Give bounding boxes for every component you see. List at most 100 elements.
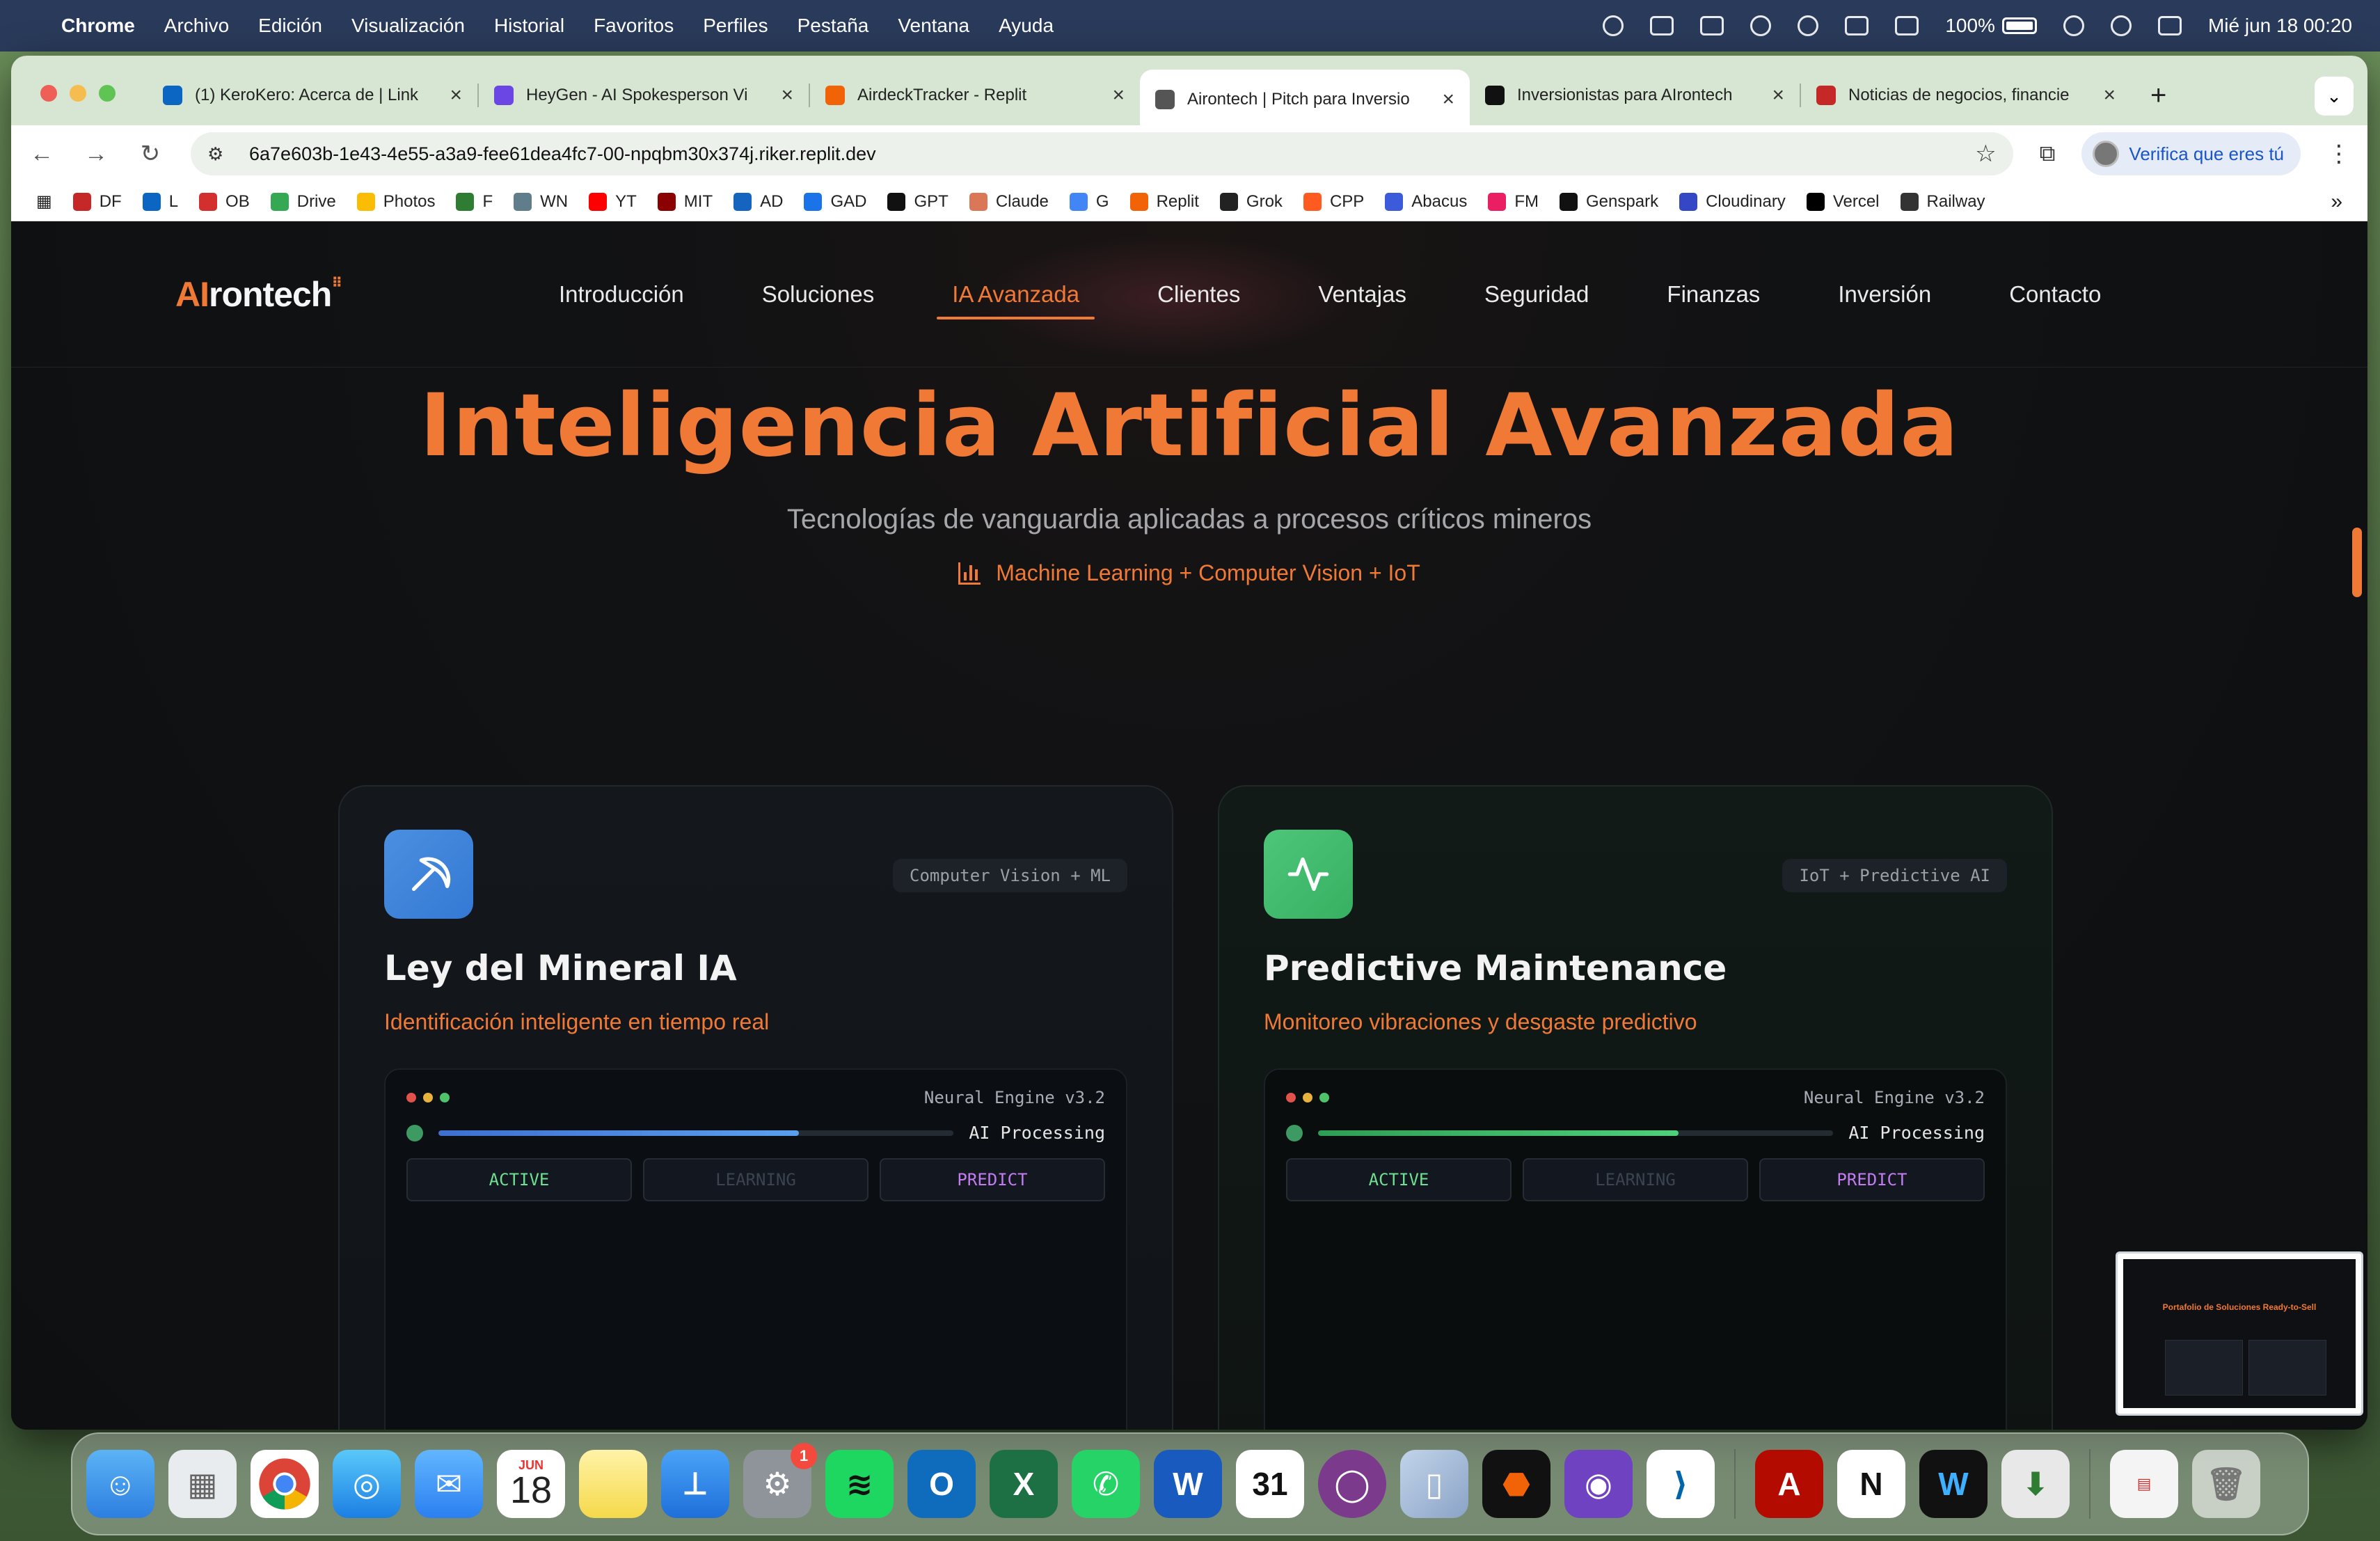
calendar-icon[interactable]: JUN 18 (497, 1450, 565, 1518)
close-tab-icon[interactable]: × (450, 84, 462, 107)
word-icon[interactable]: W (1154, 1450, 1222, 1518)
safari-icon[interactable]: ◎ (333, 1450, 401, 1518)
replit-icon[interactable]: ⬣ (1482, 1450, 1550, 1518)
bookmark-cloudinary[interactable]: Cloudinary (1679, 192, 1786, 212)
acrobat-icon[interactable]: A (1755, 1450, 1823, 1518)
circle-app-icon[interactable]: ◯ (1318, 1450, 1386, 1518)
bookmark-gad[interactable]: GAD (804, 192, 866, 212)
menu-visualizacion[interactable]: Visualización (351, 15, 465, 37)
reload-icon[interactable]: ↻ (136, 140, 164, 168)
airontech-logo[interactable]: AIrontech⠿ (175, 274, 342, 315)
nav-contacto[interactable]: Contacto (1970, 260, 2140, 329)
bookmark-abacus[interactable]: Abacus (1385, 192, 1467, 212)
keyboard-icon[interactable] (1895, 16, 1919, 35)
bookmark-gpt[interactable]: GPT (887, 192, 949, 212)
tab-noticias[interactable]: Noticias de negocios, financie × (1801, 70, 2131, 121)
spotify-icon[interactable]: ≋ (825, 1450, 894, 1518)
excel-icon[interactable]: X (990, 1450, 1058, 1518)
bookmark-ad[interactable]: AD (733, 192, 783, 212)
close-tab-icon[interactable]: × (1442, 88, 1454, 111)
menu-perfiles[interactable]: Perfiles (703, 15, 768, 37)
trash-icon[interactable]: 🗑 (2192, 1450, 2260, 1518)
address-bar[interactable]: ⚙ 6a7e603b-1e43-4e55-a3a9-fee61dea4fc7-0… (191, 132, 2013, 175)
webex-icon[interactable]: W (1919, 1450, 1988, 1518)
nav-inversion[interactable]: Inversión (1799, 260, 1970, 329)
minimize-window-button[interactable] (70, 85, 86, 102)
mode-predict-button[interactable]: PREDICT (880, 1158, 1105, 1201)
tab-heygen[interactable]: HeyGen - AI Spokesperson Vi × (479, 70, 809, 121)
card-ley-del-mineral[interactable]: Computer Vision + ML Ley del Mineral IA … (338, 785, 1173, 1430)
bookmark-df[interactable]: DF (72, 192, 122, 212)
bookmark-fm[interactable]: FM (1488, 192, 1539, 212)
verify-identity-button[interactable]: Verifica que eres tú (2081, 132, 2301, 175)
wifi-icon[interactable] (2063, 15, 2084, 36)
tab-search-button[interactable]: ⌄ (2315, 77, 2354, 116)
close-tab-icon[interactable]: × (781, 84, 793, 107)
github-icon[interactable]: ◉ (1564, 1450, 1633, 1518)
fantastical-icon[interactable]: 31 (1236, 1450, 1304, 1518)
mail-icon[interactable]: ✉ (415, 1450, 483, 1518)
nav-finanzas[interactable]: Finanzas (1628, 260, 1799, 329)
bookmark-g[interactable]: G (1069, 192, 1109, 212)
bluetooth-icon[interactable] (1845, 16, 1869, 35)
forward-icon[interactable]: → (82, 141, 110, 168)
installer-icon[interactable]: ⬇ (2001, 1450, 2070, 1518)
bookmark-grok[interactable]: Grok (1219, 192, 1283, 212)
menu-historial[interactable]: Historial (494, 15, 564, 37)
nav-seguridad[interactable]: Seguridad (1445, 260, 1628, 329)
iphone-mirroring-icon[interactable]: ▯ (1400, 1450, 1468, 1518)
bookmark-genspark[interactable]: Genspark (1560, 192, 1658, 212)
volume-icon[interactable] (1798, 15, 1819, 36)
chrome-icon[interactable] (251, 1450, 319, 1518)
page-scrollbar[interactable] (2352, 528, 2362, 597)
close-tab-icon[interactable]: × (2103, 84, 2116, 107)
menu-pestana[interactable]: Pestaña (798, 15, 869, 37)
drive-icon[interactable] (1700, 16, 1724, 35)
chrome-menu-icon[interactable]: ⋮ (2327, 140, 2351, 168)
close-window-button[interactable] (40, 85, 57, 102)
audio-icon[interactable] (1603, 15, 1624, 36)
mode-predict-button[interactable]: PREDICT (1759, 1158, 1985, 1201)
bookmark-l[interactable]: L (142, 192, 178, 212)
new-tab-button[interactable]: + (2150, 80, 2166, 111)
bookmark-yt[interactable]: YT (589, 192, 637, 212)
menu-ventana[interactable]: Ventana (898, 15, 969, 37)
mode-active-button[interactable]: ACTIVE (1286, 1158, 1512, 1201)
extensions-icon[interactable]: ⧉ (2040, 141, 2056, 167)
zoom-window-button[interactable] (99, 85, 116, 102)
document-icon[interactable]: ▤ (2110, 1450, 2178, 1518)
nav-soluciones[interactable]: Soluciones (723, 260, 913, 329)
more-bookmarks-icon[interactable]: » (2331, 190, 2342, 214)
mode-active-button[interactable]: ACTIVE (406, 1158, 632, 1201)
battery-status[interactable]: 100% (1945, 15, 2037, 37)
outlook-icon[interactable]: O (907, 1450, 976, 1518)
control-center-icon[interactable] (2157, 16, 2182, 35)
bookmark-drive[interactable]: Drive (270, 192, 336, 212)
card-predictive-maintenance[interactable]: IoT + Predictive AI Predictive Maintenan… (1218, 785, 2053, 1430)
mode-learning-button[interactable]: LEARNING (643, 1158, 868, 1201)
bookmark-photos[interactable]: Photos (356, 192, 435, 212)
close-tab-icon[interactable]: × (1772, 84, 1784, 107)
menu-ayuda[interactable]: Ayuda (999, 15, 1054, 37)
bookmark-railway[interactable]: Railway (1900, 192, 1985, 212)
bookmark-vercel[interactable]: Vercel (1806, 192, 1880, 212)
mode-learning-button[interactable]: LEARNING (1523, 1158, 1748, 1201)
vscode-icon[interactable]: ⟩ (1647, 1450, 1715, 1518)
back-icon[interactable]: ← (28, 141, 56, 168)
notes-icon[interactable] (579, 1450, 647, 1518)
spotlight-search-icon[interactable] (2110, 15, 2132, 36)
bookmark-f[interactable]: F (456, 192, 493, 212)
display-icon[interactable] (1650, 16, 1674, 35)
menu-app-name[interactable]: Chrome (61, 15, 135, 37)
bookmark-replit[interactable]: Replit (1129, 192, 1199, 212)
nav-ia-avanzada[interactable]: IA Avanzada (913, 260, 1118, 329)
keynote-icon[interactable]: ⟂ (661, 1450, 729, 1518)
play-icon[interactable] (1750, 15, 1772, 36)
bookmark-ob[interactable]: OB (199, 192, 250, 212)
tab-airdecktracker[interactable]: AirdeckTracker - Replit × (810, 70, 1140, 121)
bookmark-wn[interactable]: WN (514, 192, 568, 212)
site-info-icon[interactable]: ⚙ (207, 143, 235, 165)
bookmark-cpp[interactable]: CPP (1303, 192, 1364, 212)
notion-icon[interactable]: N (1837, 1450, 1905, 1518)
menu-edicion[interactable]: Edición (258, 15, 322, 37)
